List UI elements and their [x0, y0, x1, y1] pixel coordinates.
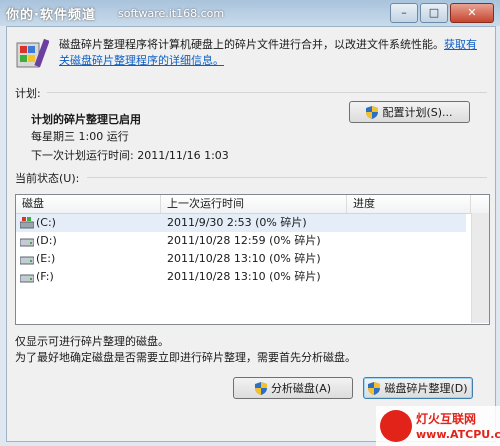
- intro-text: 磁盘碎片整理程序将计算机硬盘上的碎片文件进行合并，以改进文件系统性能。获取有关磁…: [59, 37, 484, 69]
- title-bar: 你的·软件频道 software.it168.com – □ ✕: [0, 0, 500, 26]
- maximize-button[interactable]: □: [420, 3, 448, 23]
- column-header-last-run[interactable]: 上一次运行时间: [161, 195, 347, 213]
- configure-schedule-button[interactable]: 配置计划(S)...: [349, 101, 470, 123]
- uac-shield-icon: [368, 381, 381, 395]
- status-divider: [87, 177, 487, 178]
- disk-row-d[interactable]: (D:) 2011/10/28 12:59 (0% 碎片): [16, 232, 466, 250]
- disk-status-list: 磁盘 上一次运行时间 进度 (C:) 2011/9/30 2:53 (0% 碎片…: [15, 194, 490, 325]
- analyze-disk-label: 分析磁盘(A): [270, 382, 332, 395]
- disk-name: (D:): [36, 234, 57, 247]
- window-controls: – □ ✕: [390, 3, 494, 23]
- corner-watermark: 灯火互联网 www.ATCPU.com: [376, 406, 500, 446]
- list-header: 磁盘 上一次运行时间 进度: [16, 195, 489, 214]
- watermark-brand-name: 灯火互联网: [416, 412, 477, 426]
- footnote-line-2: 为了最好地确定磁盘是否需要立即进行碎片整理，需要首先分析磁盘。: [15, 351, 356, 364]
- defragment-disk-label: 磁盘碎片整理(D): [384, 382, 468, 395]
- last-run: 2011/10/28 12:59 (0% 碎片): [167, 234, 321, 247]
- disk-name: (F:): [36, 270, 54, 283]
- analyze-disk-button[interactable]: 分析磁盘(A): [233, 377, 353, 399]
- hard-drive-icon: [20, 238, 34, 247]
- disk-defragmenter-icon: [16, 38, 49, 68]
- hard-drive-icon: [20, 274, 34, 283]
- intro-description: 磁盘碎片整理程序将计算机硬盘上的碎片文件进行合并，以改进文件系统性能。: [59, 38, 444, 51]
- schedule-divider: [47, 92, 487, 93]
- disk-row-e[interactable]: (E:) 2011/10/28 13:10 (0% 碎片): [16, 250, 466, 268]
- watermark-site-name: 你的·软件频道: [6, 8, 96, 23]
- last-run: 2011/9/30 2:53 (0% 碎片): [167, 216, 307, 229]
- last-run: 2011/10/28 13:10 (0% 碎片): [167, 270, 321, 283]
- footnote-line-1: 仅显示可进行碎片整理的磁盘。: [15, 335, 169, 348]
- schedule-next-run: 下一次计划运行时间: 2011/11/16 1:03: [31, 149, 229, 162]
- schedule-title: 计划的碎片整理已启用: [31, 113, 141, 126]
- disk-row-c[interactable]: (C:) 2011/9/30 2:53 (0% 碎片): [16, 214, 466, 232]
- system-drive-icon: [20, 217, 34, 229]
- defrag-window-body: 磁盘碎片整理程序将计算机硬盘上的碎片文件进行合并，以改进文件系统性能。获取有关磁…: [6, 26, 496, 442]
- vertical-scrollbar[interactable]: [471, 213, 489, 323]
- disk-name: (E:): [36, 252, 56, 265]
- uac-shield-icon: [254, 381, 267, 395]
- schedule-section-label: 计划:: [15, 87, 41, 100]
- disk-row-f[interactable]: (F:) 2011/10/28 13:10 (0% 碎片): [16, 268, 466, 286]
- defragment-disk-button[interactable]: 磁盘碎片整理(D): [363, 377, 473, 399]
- minimize-button[interactable]: –: [390, 3, 418, 23]
- hard-drive-icon: [20, 256, 34, 265]
- close-button[interactable]: ✕: [450, 3, 494, 23]
- schedule-run-time: 每星期三 1:00 运行: [31, 130, 129, 143]
- column-header-progress[interactable]: 进度: [347, 195, 471, 213]
- uac-shield-icon: [366, 105, 379, 119]
- configure-schedule-label: 配置计划(S)...: [382, 106, 453, 119]
- last-run: 2011/10/28 13:10 (0% 碎片): [167, 252, 321, 265]
- watermark-brand-url: www.ATCPU.com: [416, 428, 500, 441]
- flame-logo-icon: [380, 410, 412, 442]
- status-section-label: 当前状态(U):: [15, 172, 80, 185]
- column-header-disk[interactable]: 磁盘: [16, 195, 161, 213]
- watermark-url: software.it168.com: [118, 7, 225, 20]
- disk-name: (C:): [36, 216, 56, 229]
